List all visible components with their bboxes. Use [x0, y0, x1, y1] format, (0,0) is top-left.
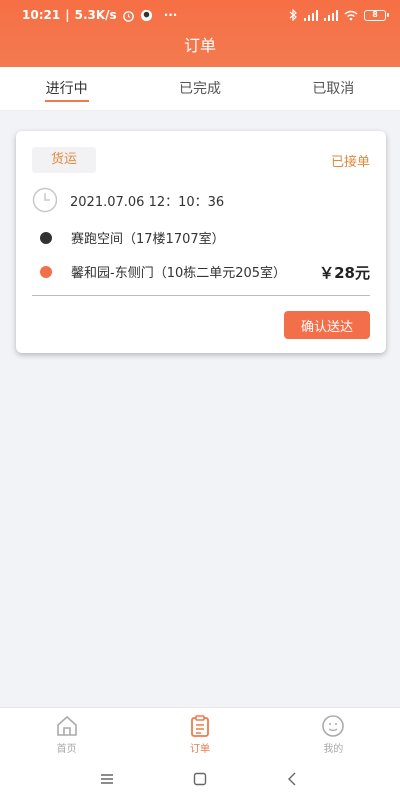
tab-in-progress[interactable]: 进行中 [0, 67, 133, 110]
dropoff-row: 馨和园-东侧门（10栋二单元205室） [32, 262, 286, 281]
dropoff-dot-icon [40, 265, 52, 278]
bottom-nav: 首页 订单 我的 [0, 707, 400, 757]
status-time: 10:21 [22, 8, 61, 22]
app-header: 10:21 | 5.3K/s ··· 8 订单 [0, 0, 400, 67]
nav-mine-label: 我的 [323, 744, 344, 755]
battery-icon: 8 [364, 9, 389, 21]
pickup-row: 赛跑空间（17楼1707室） [32, 228, 225, 247]
app-notification-icon [140, 9, 152, 21]
pickup-dot-icon [40, 231, 52, 244]
order-tabs: 进行中 已完成 已取消 [0, 67, 400, 111]
alarm-icon [122, 10, 134, 22]
net-speed: 5.3K/s [74, 8, 117, 22]
order-price: ￥28元 [319, 264, 370, 282]
tab-cancelled[interactable]: 已取消 [267, 67, 400, 110]
user-icon [322, 715, 345, 737]
home-icon [56, 715, 77, 736]
order-status: 已接单 [330, 155, 370, 170]
signal-icon-1 [304, 9, 318, 21]
bluetooth-icon [289, 9, 297, 21]
nav-mine[interactable]: 我的 [267, 708, 400, 757]
card-divider [32, 295, 370, 296]
back-icon[interactable] [285, 771, 301, 787]
nav-orders[interactable]: 订单 [133, 708, 266, 757]
order-card[interactable]: 货运 已接单 2021.07.06 12：10：36 赛跑空间（17楼1707室… [16, 131, 386, 353]
nav-home[interactable]: 首页 [0, 708, 133, 757]
system-nav-bar [0, 757, 400, 800]
wifi-icon [344, 10, 358, 20]
dropoff-address: 馨和园-东侧门（10栋二单元205室） [71, 266, 287, 281]
more-notifications: ··· [163, 8, 178, 22]
clipboard-icon [191, 715, 209, 737]
nav-orders-label: 订单 [189, 744, 210, 755]
home-square-icon[interactable] [192, 771, 208, 787]
order-time-row: 2021.07.06 12：10：36 [32, 187, 224, 213]
order-datetime: 2021.07.06 12：10：36 [70, 194, 225, 210]
confirm-delivery-button[interactable]: 确认送达 [284, 311, 370, 339]
clock-icon [32, 187, 58, 213]
signal-icon-2 [324, 9, 338, 21]
menu-icon[interactable] [99, 771, 115, 787]
pickup-address: 赛跑空间（17楼1707室） [71, 232, 225, 247]
page-title: 订单 [183, 36, 216, 55]
tab-completed[interactable]: 已完成 [133, 67, 266, 110]
order-type-badge: 货运 [32, 147, 96, 173]
nav-home-label: 首页 [56, 744, 77, 755]
status-bar: 10:21 | 5.3K/s ··· 8 [0, 0, 400, 30]
